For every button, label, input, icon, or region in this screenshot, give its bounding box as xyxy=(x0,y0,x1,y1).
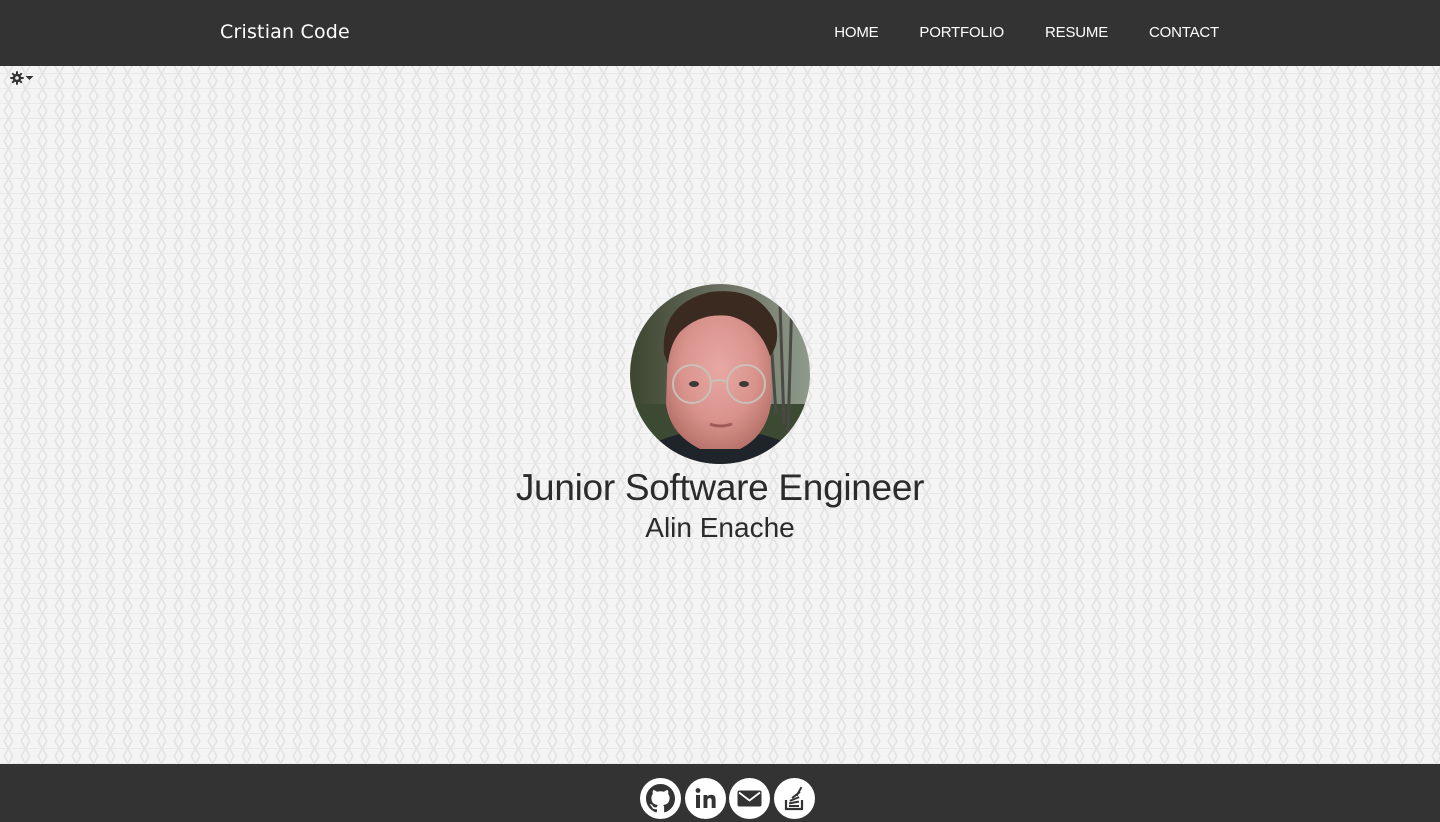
nav-link-home[interactable]: HOME xyxy=(834,24,878,41)
nav-item-resume: RESUME xyxy=(1045,24,1108,42)
settings-dropdown-button[interactable] xyxy=(10,70,36,86)
page-title: Junior Software Engineer xyxy=(515,467,925,508)
linkedin-link[interactable] xyxy=(684,778,726,819)
stackoverflow-icon xyxy=(784,786,803,811)
hero-section: Junior Software Engineer Alin Enache xyxy=(0,284,1440,546)
nav-item-home: HOME xyxy=(834,24,878,42)
email-link[interactable] xyxy=(729,778,770,819)
navbar: Cristian Code HOME PORTFOLIO RESUME CONT… xyxy=(0,0,1440,66)
profile-avatar xyxy=(630,284,810,464)
brand-link[interactable]: Cristian Code xyxy=(220,20,350,44)
nav-menu: HOME PORTFOLIO RESUME CONTACT xyxy=(834,0,1219,66)
gear-icon xyxy=(10,71,24,85)
caret-down-icon xyxy=(25,76,34,80)
email-icon xyxy=(737,790,762,807)
stackoverflow-link[interactable] xyxy=(773,778,815,819)
person-name: Alin Enache xyxy=(645,512,795,543)
social-links xyxy=(640,778,818,819)
nav-item-portfolio: PORTFOLIO xyxy=(919,24,1004,42)
footer xyxy=(0,764,1440,822)
nav-item-contact: CONTACT xyxy=(1149,24,1219,42)
profile-photo xyxy=(630,284,810,464)
nav-link-contact[interactable]: CONTACT xyxy=(1149,24,1219,41)
github-icon xyxy=(646,784,675,813)
nav-link-resume[interactable]: RESUME xyxy=(1045,24,1108,41)
nav-link-portfolio[interactable]: PORTFOLIO xyxy=(919,24,1004,41)
linkedin-icon xyxy=(695,788,716,808)
github-link[interactable] xyxy=(640,778,681,819)
